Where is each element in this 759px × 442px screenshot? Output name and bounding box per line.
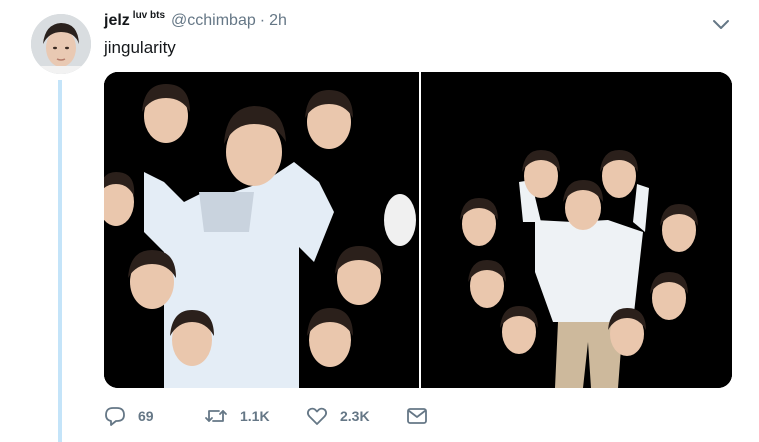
- media-image-right[interactable]: [423, 72, 732, 388]
- retweet-arrows-icon: [205, 410, 227, 422]
- envelope-icon: [407, 408, 427, 424]
- avatar-photo: [31, 14, 91, 74]
- tweet-actions: 69 1.1K 2.3K: [104, 402, 446, 430]
- tweet-text: jingularity: [104, 38, 176, 57]
- retweet-button[interactable]: 1.1K: [204, 406, 306, 426]
- reply-count: 69: [138, 408, 154, 424]
- heart-icon: [306, 407, 328, 425]
- thread-connector-line: [58, 80, 62, 442]
- timestamp[interactable]: 2h: [269, 12, 287, 30]
- avatar[interactable]: [31, 14, 91, 74]
- separator-dot: ·: [259, 12, 266, 29]
- tweet-header: jelz luv bts @cchimbap · 2h: [104, 10, 287, 36]
- direct-message-button[interactable]: [406, 407, 446, 425]
- photo-collage-left: [104, 72, 419, 388]
- user-handle[interactable]: @cchimbap: [171, 12, 256, 30]
- speech-bubble-icon: [105, 407, 125, 426]
- photo-collage-right: [423, 72, 732, 388]
- media-image-left[interactable]: [104, 72, 419, 388]
- like-count: 2.3K: [340, 408, 370, 424]
- media-divider: [419, 72, 421, 388]
- like-button[interactable]: 2.3K: [306, 406, 406, 426]
- chevron-down-icon: [713, 20, 729, 29]
- retweet-count: 1.1K: [240, 408, 270, 424]
- reply-button[interactable]: 69: [104, 406, 204, 426]
- tweet-menu-button[interactable]: [711, 17, 731, 33]
- display-name-suffix: luv bts: [132, 10, 166, 21]
- display-name[interactable]: jelz: [104, 12, 130, 30]
- media-grid[interactable]: [104, 72, 732, 388]
